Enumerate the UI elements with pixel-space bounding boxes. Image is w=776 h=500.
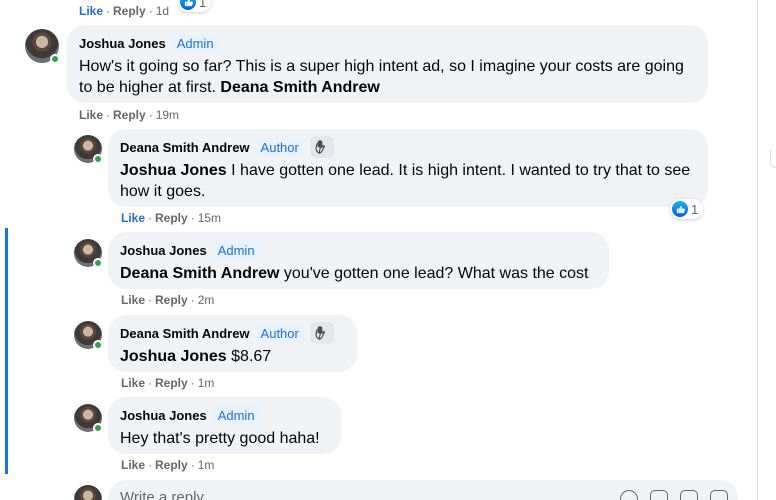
mention-link[interactable]: Joshua Jones — [120, 162, 227, 179]
comment-text: Joshua Jones I have gotten one lead. It … — [120, 160, 696, 202]
admin-badge: Admin — [171, 33, 219, 53]
comment-actions: Like · Reply · 19m — [79, 107, 179, 123]
online-indicator — [93, 258, 103, 268]
reaction-summary[interactable]: 1 — [670, 199, 704, 219]
gif-icon[interactable] — [680, 490, 698, 500]
online-indicator — [93, 340, 103, 350]
comment-text: How's it going so far? This is a super h… — [79, 56, 696, 98]
separator: · — [148, 211, 153, 225]
author-badge: Author — [255, 137, 304, 157]
timestamp[interactable]: 1m — [198, 376, 215, 390]
separator: · — [148, 4, 153, 18]
admin-badge: Admin — [212, 240, 260, 260]
mention-link[interactable]: Deana Smith Andrew — [220, 79, 379, 96]
like-link[interactable]: Like — [121, 211, 145, 225]
separator: · — [148, 458, 153, 472]
timestamp[interactable]: 1d — [156, 4, 169, 18]
admin-badge: Admin — [212, 405, 260, 425]
like-reaction-icon — [180, 0, 196, 10]
comment-body: How's it going so far? This is a super h… — [79, 58, 684, 96]
camera-icon[interactable] — [650, 490, 668, 500]
reply-link[interactable]: Reply — [155, 458, 188, 472]
reply-input[interactable]: Write a reply... — [108, 480, 738, 500]
wave-icon[interactable] — [309, 136, 334, 158]
comment-bubble: Deana Smith Andrew Author Joshua Jones I… — [108, 129, 708, 207]
timestamp[interactable]: 2m — [198, 293, 215, 307]
timestamp[interactable]: 1m — [198, 458, 215, 472]
like-reaction-icon — [672, 201, 688, 217]
online-indicator — [50, 54, 60, 64]
comment-body: Hey that's pretty good haha! — [120, 430, 320, 447]
comment-author[interactable]: Deana Smith Andrew — [120, 326, 250, 341]
avatar[interactable] — [74, 321, 103, 350]
comment-author[interactable]: Joshua Jones — [79, 36, 166, 51]
separator: · — [106, 4, 111, 18]
avatar[interactable] — [74, 404, 103, 433]
reaction-count: 1 — [691, 201, 699, 217]
wave-icon[interactable] — [309, 322, 334, 344]
comment-body: $8.67 — [231, 348, 272, 365]
separator: · — [190, 376, 195, 390]
comment-bubble: Joshua Jones Admin Deana Smith Andrew yo… — [108, 232, 609, 289]
separator: · — [106, 108, 111, 122]
separator: · — [190, 458, 195, 472]
like-link[interactable]: Like — [121, 376, 145, 390]
comment-text: Hey that's pretty good haha! — [120, 428, 329, 449]
previous-comment-actions: Like · Reply · 1d — [79, 3, 169, 19]
reply-link[interactable]: Reply — [155, 211, 188, 225]
avatar[interactable] — [25, 29, 60, 64]
current-user-avatar — [74, 485, 102, 500]
like-link[interactable]: Like — [121, 293, 145, 307]
avatar[interactable] — [74, 239, 103, 268]
separator: · — [148, 376, 153, 390]
comment-author[interactable]: Deana Smith Andrew — [120, 140, 250, 155]
comment-text: Deana Smith Andrew you've gotten one lea… — [120, 263, 597, 284]
reply-link[interactable]: Reply — [155, 293, 188, 307]
timestamp[interactable]: 19m — [156, 108, 179, 122]
comment-bubble: Joshua Jones Admin How's it going so far… — [67, 25, 708, 103]
comment-actions: Like · Reply · 2m — [121, 292, 214, 308]
reply-link[interactable]: Reply — [155, 376, 188, 390]
online-indicator — [93, 423, 103, 433]
comment-actions: Like · Reply · 15m — [121, 210, 221, 226]
like-link[interactable]: Like — [121, 458, 145, 472]
reply-link[interactable]: Reply — [113, 108, 146, 122]
reaction-count: 1 — [199, 0, 207, 10]
reply-placeholder: Write a reply... — [120, 489, 216, 500]
separator: · — [148, 108, 153, 122]
comment-body: you've gotten one lead? What was the cos… — [283, 265, 589, 282]
author-badge: Author — [255, 323, 304, 343]
separator: · — [190, 211, 195, 225]
avatar[interactable] — [74, 135, 103, 164]
reaction-summary[interactable]: 1 — [178, 0, 212, 12]
comment-actions: Like · Reply · 1m — [121, 457, 214, 473]
sticker-icon[interactable] — [710, 490, 728, 500]
mention-link[interactable]: Joshua Jones — [120, 348, 227, 365]
mention-link[interactable]: Deana Smith Andrew — [120, 265, 279, 282]
comment-actions: Like · Reply · 1m — [121, 375, 214, 391]
comment-author[interactable]: Joshua Jones — [120, 243, 207, 258]
comment-bubble: Deana Smith Andrew Author Joshua Jones $… — [108, 315, 357, 372]
like-link[interactable]: Like — [79, 4, 103, 18]
separator: · — [190, 293, 195, 307]
reply-link[interactable]: Reply — [113, 4, 146, 18]
separator: · — [148, 293, 153, 307]
comment-author[interactable]: Joshua Jones — [120, 408, 207, 423]
online-indicator — [93, 154, 103, 164]
scroll-edge-marker — [770, 150, 776, 168]
comment-bubble: Joshua Jones Admin Hey that's pretty goo… — [108, 397, 341, 454]
scroll-area-border — [757, 0, 758, 500]
comment-text: Joshua Jones $8.67 — [120, 346, 345, 367]
timestamp[interactable]: 15m — [198, 211, 221, 225]
like-link[interactable]: Like — [79, 108, 103, 122]
thread-highlight-rail — [5, 228, 8, 474]
emoji-icon[interactable] — [620, 490, 638, 500]
